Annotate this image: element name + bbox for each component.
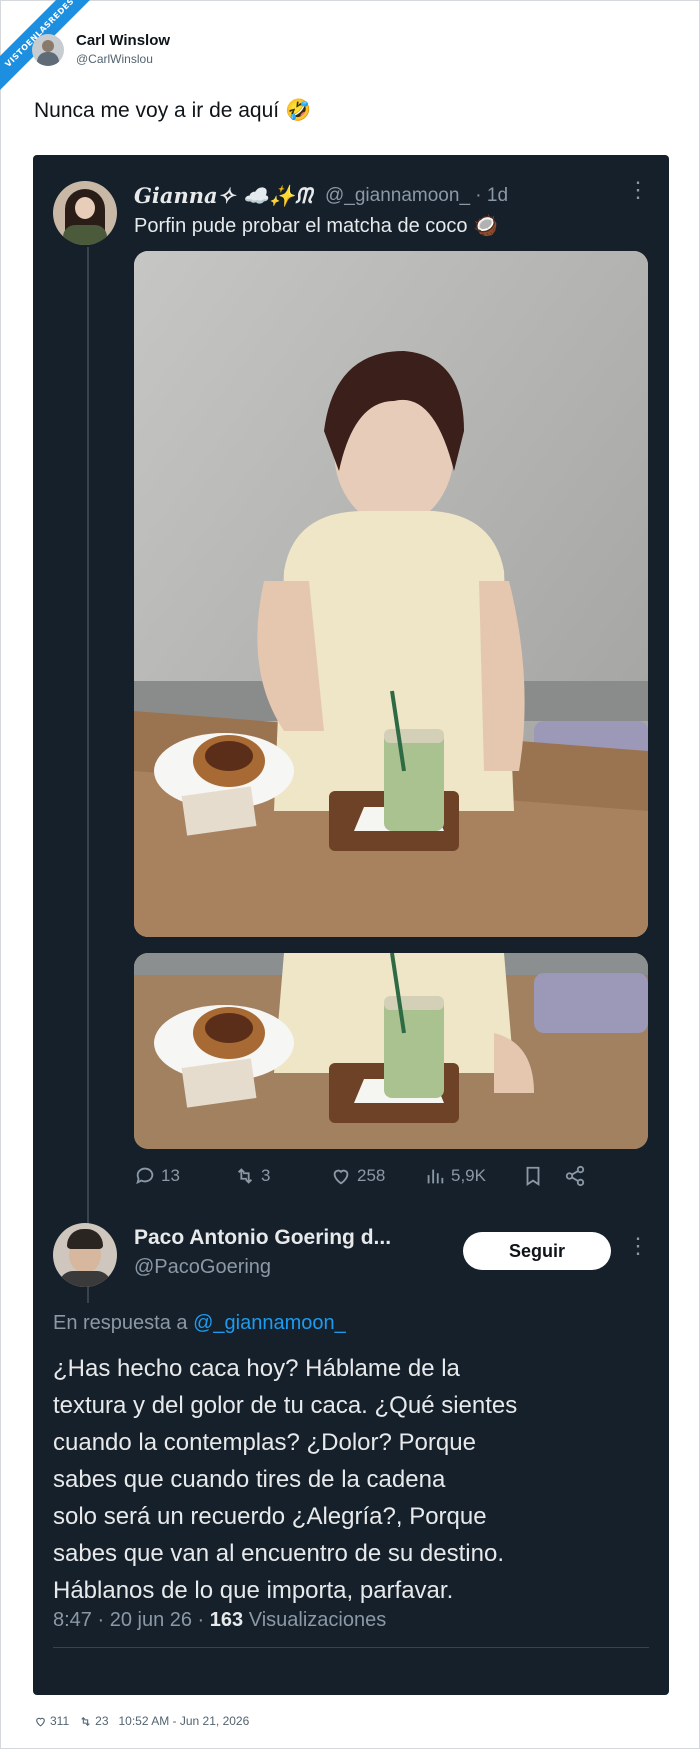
like-button[interactable]: 258 (330, 1165, 385, 1187)
reply-author-handle[interactable]: @PacoGoering (134, 1256, 271, 1279)
views-button[interactable]: 5,9K (424, 1165, 486, 1187)
top-like-count: 311 (50, 1714, 70, 1728)
quoted-author-name[interactable]: Gianna✧ ☁️✨ᙏ (134, 183, 312, 209)
quoted-avatar[interactable] (53, 181, 117, 245)
top-timestamp[interactable]: 10:52 AM - Jun 21, 2026 (119, 1714, 250, 1728)
top-tweet-footer: 311 23 10:52 AM - Jun 21, 2026 (34, 1714, 249, 1728)
quoted-tweet-text: Porfin pude probar el matcha de coco 🥥 (134, 215, 498, 237)
heart-icon (333, 1169, 349, 1185)
tweet-actions: 13 3 258 5,9K (134, 1165, 648, 1195)
reply-context: En respuesta a @_giannamoon_ (53, 1312, 346, 1335)
reply-timestamp[interactable]: 8:47 · 20 jun 26 · (53, 1609, 210, 1631)
reply-author-name[interactable]: Paco Antonio Goering d... (134, 1226, 391, 1250)
author-handle[interactable]: @CarlWinslou (76, 52, 153, 66)
bookmark-icon (526, 1166, 540, 1186)
retweet-count: 3 (261, 1166, 271, 1185)
follow-button[interactable]: Seguir (463, 1232, 611, 1270)
retweet-icon (237, 1168, 253, 1184)
reply-body-text: ¿Has hecho caca hoy? Háblame de la textu… (53, 1355, 518, 1604)
quoted-author-handle[interactable]: @_giannamoon_ · 1d (325, 185, 508, 207)
reply-views-count: 163 (209, 1609, 244, 1631)
avatar[interactable] (32, 34, 64, 66)
reply-views-label: Visualizaciones (243, 1609, 387, 1631)
more-options-icon[interactable]: ⋮ (627, 179, 649, 201)
reply-avatar[interactable] (53, 1223, 117, 1287)
retweet-icon (81, 1716, 90, 1726)
reply-mention-link[interactable]: @_giannamoon_ (193, 1312, 346, 1334)
share-icon (565, 1165, 585, 1187)
tweet-photo-secondary[interactable] (134, 953, 648, 1149)
tweet-photo-main[interactable] (134, 251, 648, 937)
author-name[interactable]: Carl Winslow (76, 32, 170, 49)
reply-count: 13 (161, 1166, 180, 1185)
top-like-button[interactable]: 311 (34, 1714, 69, 1728)
more-options-icon[interactable]: ⋮ (627, 1235, 649, 1257)
bookmark-button[interactable] (522, 1165, 544, 1187)
reply-context-label: En respuesta a (53, 1312, 194, 1334)
views-count: 5,9K (451, 1166, 486, 1185)
views-chart-icon (427, 1169, 444, 1184)
reply-icon (136, 1167, 154, 1185)
top-retweet-button[interactable]: 23 (79, 1714, 109, 1728)
page-frame: VISTOENLASREDES Carl Winslow @CarlWinslo… (0, 0, 700, 1749)
retweet-button[interactable]: 3 (234, 1165, 270, 1187)
heart-icon (36, 1717, 45, 1726)
like-count: 258 (357, 1166, 386, 1185)
tweet-text: Nunca me voy a ir de aquí 🤣 (34, 99, 312, 122)
divider (53, 1647, 649, 1648)
top-retweet-count: 23 (95, 1714, 109, 1728)
reply-meta: 8:47 · 20 jun 26 · 163 Visualizaciones (53, 1609, 386, 1632)
quoted-thread-screenshot: Gianna✧ ☁️✨ᙏ @_giannamoon_ · 1d ⋮ Porfin… (33, 155, 669, 1695)
share-button[interactable] (564, 1165, 586, 1187)
thread-connector-line (87, 247, 89, 1303)
reply-button[interactable]: 13 (134, 1165, 180, 1187)
